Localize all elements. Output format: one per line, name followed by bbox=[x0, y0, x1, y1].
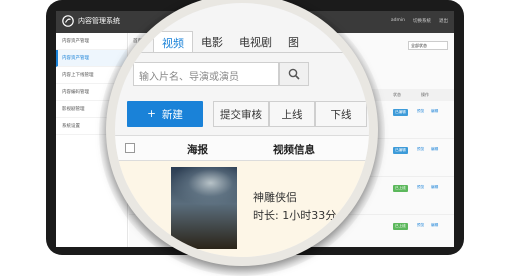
poster-highlight bbox=[171, 167, 237, 207]
sidebar-item-label: 内容上下线管理 bbox=[62, 73, 94, 78]
search-icon bbox=[288, 68, 300, 80]
new-button-label: 新建 bbox=[161, 108, 183, 121]
username: admin bbox=[390, 18, 405, 23]
table-header: 海报 视频信息 bbox=[115, 135, 369, 161]
poster-image[interactable] bbox=[171, 167, 237, 249]
status-filter-select[interactable]: 全部状态 bbox=[408, 41, 448, 50]
status-badge: 已上线 bbox=[393, 223, 408, 230]
new-button[interactable]: + 新建 bbox=[127, 101, 203, 127]
video-title: 神雕侠侣 bbox=[253, 191, 297, 204]
brand: 内容管理系统 bbox=[62, 15, 120, 27]
search-button[interactable] bbox=[279, 62, 309, 86]
sidebar-item-label: 影视剧管理 bbox=[62, 107, 85, 112]
magnifier-lens: 视频 电影 电视剧 图 输入片名、导演或演员 + 新建 提交审核 上线 下线 海… bbox=[106, 0, 378, 266]
tab-more[interactable]: 图 bbox=[280, 31, 307, 53]
tab-movie[interactable]: 电影 bbox=[193, 31, 231, 53]
edit-link[interactable]: 编辑 bbox=[431, 223, 438, 228]
top-right-links: admin 切换系统 退出 bbox=[391, 18, 448, 24]
search-input[interactable]: 输入片名、导演或演员 bbox=[133, 62, 279, 86]
edit-link[interactable]: 编辑 bbox=[431, 185, 438, 190]
sidebar-item-label: 内容资产管理 bbox=[62, 56, 89, 61]
logo-icon bbox=[62, 15, 74, 27]
tab-tv-series[interactable]: 电视剧 bbox=[231, 31, 280, 53]
app-title: 内容管理系统 bbox=[78, 17, 120, 25]
logout-link[interactable]: 退出 bbox=[439, 18, 448, 24]
preview-link[interactable]: 预览 bbox=[417, 223, 424, 228]
info-column-header: 视频信息 bbox=[273, 144, 315, 156]
offline-button[interactable]: 下线 bbox=[315, 101, 367, 127]
magnified-content: 视频 电影 电视剧 图 输入片名、导演或演员 + 新建 提交审核 上线 下线 海… bbox=[115, 3, 369, 257]
sidebar-item-label: 内容资产管理 bbox=[62, 39, 89, 44]
sidebar-item-label: 内容编码管理 bbox=[62, 90, 89, 95]
edit-link[interactable]: 编辑 bbox=[431, 147, 438, 152]
sidebar-item-label: 系统设置 bbox=[62, 124, 80, 129]
status-badge: 已编辑 bbox=[393, 109, 408, 116]
select-all-checkbox[interactable] bbox=[125, 143, 135, 153]
video-duration: 时长: 1小时33分 bbox=[253, 209, 337, 222]
status-header: 状态 bbox=[393, 92, 401, 97]
table-row: 神雕侠侣 时长: 1小时33分 bbox=[115, 161, 369, 257]
ops-header: 操作 bbox=[421, 92, 429, 97]
tab-bar: 视频 电影 电视剧 图 bbox=[153, 31, 307, 53]
submit-review-button[interactable]: 提交审核 bbox=[213, 101, 269, 127]
plus-icon: + bbox=[147, 108, 156, 120]
online-button[interactable]: 上线 bbox=[269, 101, 315, 127]
status-badge: 已上线 bbox=[393, 185, 408, 192]
tab-divider bbox=[115, 52, 369, 53]
preview-link[interactable]: 预览 bbox=[417, 147, 424, 152]
status-badge: 已编辑 bbox=[393, 147, 408, 154]
edit-link[interactable]: 编辑 bbox=[431, 109, 438, 114]
preview-link[interactable]: 预览 bbox=[417, 109, 424, 114]
row-checkbox[interactable] bbox=[125, 201, 135, 211]
preview-link[interactable]: 预览 bbox=[417, 185, 424, 190]
tab-video[interactable]: 视频 bbox=[153, 31, 193, 53]
switch-system-link[interactable]: 切换系统 bbox=[413, 18, 431, 24]
poster-column-header: 海报 bbox=[187, 144, 208, 156]
